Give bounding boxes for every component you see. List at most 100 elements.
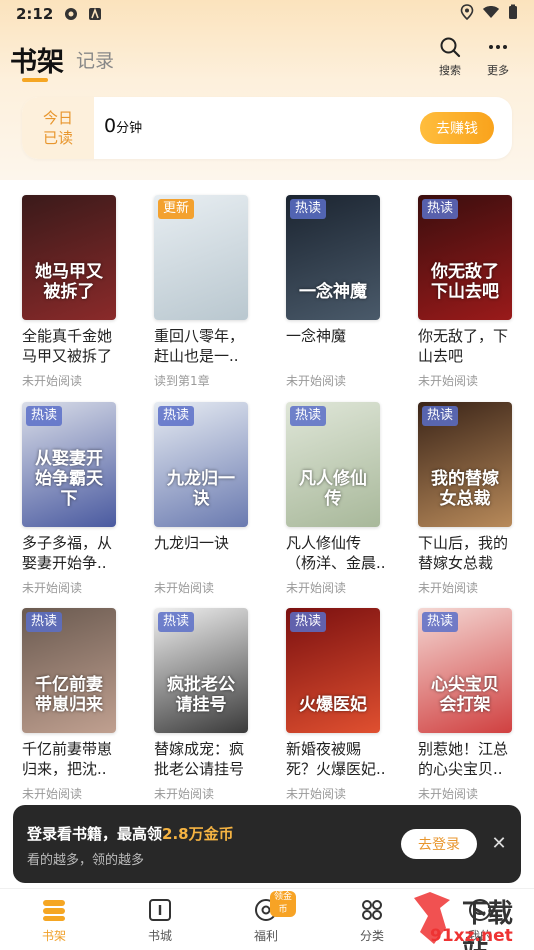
book-cover-title: 她马甲又被拆了 [35,262,103,302]
book-open-icon [149,899,171,921]
book-cover-title: 疯批老公请挂号 [167,675,235,715]
book-item[interactable]: 热读你无敌了下山去吧 你无敌了，下山去吧未开始阅读 [418,195,518,389]
book-cover[interactable]: 热读凡人修仙传 [286,402,380,527]
book-badge: 更新 [158,199,195,219]
book-cover[interactable]: 热读疯批老公请挂号 [154,608,248,733]
book-reading-status: 未开始阅读 [22,374,83,388]
book-item[interactable]: 热读火爆医妃新婚夜被赐死？火爆医妃.. 未开始阅读 [286,608,386,802]
tab-history[interactable]: 记录 [76,46,114,73]
tab-bookshelf-nav[interactable]: 书架 [24,897,84,944]
login-banner-title: 登录看书籍，最高领2.8万金币 [27,823,234,844]
book-title: 千亿前妻带崽归来，把沈.. [22,740,113,778]
book-cover-title: 从娶妻开始争霸天下 [35,449,103,509]
tab-bookstore-nav[interactable]: 书城 [130,897,190,944]
tab-category-nav[interactable]: 分类 [342,897,402,944]
book-badge: 热读 [422,612,459,632]
book-title: 别惹她！江总的心尖宝贝.. [418,740,509,778]
book-title: 多子多福，从娶妻开始争.. [22,534,113,572]
more-label: 更多 [487,64,509,77]
book-item[interactable]: 热读凡人修仙传凡人修仙传（杨洋、金晨.. 未开始阅读 [286,402,386,596]
today-reading-card: 今日 已读 0分钟 去赚钱 [22,97,512,159]
book-cover[interactable]: 热读火爆医妃 [286,608,380,733]
book-item[interactable]: 热读 九龙归一诀 九龙归一诀 未开始阅读 [154,402,254,596]
grid-icon [362,900,382,920]
book-reading-status: 未开始阅读 [286,581,347,595]
more-button[interactable]: 更多 [478,36,518,78]
book-reading-status: 未开始阅读 [154,787,215,801]
tab-label-welfare: 福利 [253,929,278,943]
today-label-line2: 已读 [42,129,73,147]
book-reading-status: 未开始阅读 [286,787,347,801]
battery-icon [508,4,518,24]
book-cover[interactable]: 热读 从娶妻开始争霸天下 [22,402,116,527]
book-badge: 热读 [290,406,327,426]
book-reading-status: 读到第1章 [154,374,210,388]
close-icon[interactable]: ✕ [487,832,511,856]
book-title: 你无敌了，下山去吧 [418,327,509,365]
book-title: 一念神魔 [286,327,347,345]
book-badge: 热读 [290,612,327,632]
login-button[interactable]: 去登录 [401,829,477,859]
book-cover[interactable]: 热读 心尖宝贝会打架 [418,608,512,733]
book-item[interactable]: 更新 重回八零年，赶山也是一.. 读到第1章 [154,195,254,389]
login-banner: 登录看书籍，最高领2.8万金币 看的越多，领的越多 去登录 ✕ [13,805,521,883]
status-time: 2:12 [16,5,54,23]
book-item[interactable]: 她马甲又被拆了 全能真千金她马甲又被拆了未开始阅读 [22,195,122,389]
book-item[interactable]: 热读 从娶妻开始争霸天下多子多福，从娶妻开始争.. 未开始阅读 [22,402,122,596]
today-reading-value: 0分钟 [104,115,142,137]
tab-label-bookshelf: 书架 [41,929,66,943]
book-cover-title: 我的替嫁女总裁 [431,469,499,509]
watermark-url: 91xz.net [430,926,513,946]
book-title: 九龙归一诀 [154,534,230,552]
book-badge: 热读 [422,406,459,426]
book-reading-status: 未开始阅读 [418,581,479,595]
book-cover-title: 凡人修仙传 [299,469,367,509]
status-right-icons [460,4,518,24]
book-cover-title: 一念神魔 [299,282,367,302]
book-cover[interactable]: 热读我的替嫁女总裁 [418,402,512,527]
app-notification-icon [87,6,103,22]
today-minutes: 0 [104,115,117,137]
earn-coins-button[interactable]: 去赚钱 [420,112,494,144]
gear-icon [63,6,79,22]
book-item[interactable]: 热读疯批老公请挂号 替嫁成宠：疯批老公请挂号未开始阅读 [154,608,254,802]
tab-bookshelf[interactable]: 书架 [10,40,64,79]
bookshelf-icon [43,900,65,921]
book-badge: 热读 [158,612,195,632]
book-reading-status: 未开始阅读 [22,787,83,801]
book-cover[interactable]: 热读你无敌了下山去吧 [418,195,512,320]
book-cover[interactable]: 热读千亿前妻带崽归来 [22,608,116,733]
book-item[interactable]: 热读千亿前妻带崽归来 千亿前妻带崽归来，把沈.. 未开始阅读 [22,608,122,802]
book-cover[interactable]: 她马甲又被拆了 [22,195,116,320]
book-badge: 热读 [290,199,327,219]
book-title: 凡人修仙传（杨洋、金晨.. [286,534,386,572]
book-badge: 热读 [158,406,195,426]
book-cover-title: 你无敌了下山去吧 [431,262,499,302]
book-cover[interactable]: 热读一念神魔 [286,195,380,320]
today-label: 今日 已读 [22,97,94,159]
login-title-prefix: 登录看书籍，最高领 [27,825,163,843]
welfare-badge: 领金币 [270,891,296,917]
book-item[interactable]: 热读 心尖宝贝会打架别惹她！江总的心尖宝贝.. 未开始阅读 [418,608,518,802]
book-cover[interactable]: 更新 [154,195,248,320]
book-title: 全能真千金她马甲又被拆了 [22,327,113,365]
book-reading-status: 未开始阅读 [22,581,83,595]
book-cover[interactable]: 热读 九龙归一诀 [154,402,248,527]
tab-label-bookstore: 书城 [147,929,172,943]
book-reading-status: 未开始阅读 [418,374,479,388]
book-badge: 热读 [422,199,459,219]
header: 书架 记录 搜索 更多 [0,34,534,90]
book-item[interactable]: 热读 一念神魔 一念神魔 未开始阅读 [286,195,386,389]
tab-welfare-nav[interactable]: 领金币 福利 [236,891,296,944]
book-cover-title: 千亿前妻带崽归来 [35,675,103,715]
today-label-line1: 今日 [42,109,73,127]
book-title: 替嫁成宠：疯批老公请挂号 [154,740,245,778]
status-bar: 2:12 [0,0,534,28]
tab-label-category: 分类 [359,929,384,943]
book-item[interactable]: 热读 我的替嫁女总裁 下山后，我的替嫁女总裁 未开始阅读 [418,402,518,596]
book-badge: 热读 [26,612,63,632]
book-cover-title: 火爆医妃 [299,695,367,715]
book-reading-status: 未开始阅读 [418,787,479,801]
search-button[interactable]: 搜索 [430,36,470,78]
book-title: 新婚夜被赐死？火爆医妃.. [286,740,386,778]
